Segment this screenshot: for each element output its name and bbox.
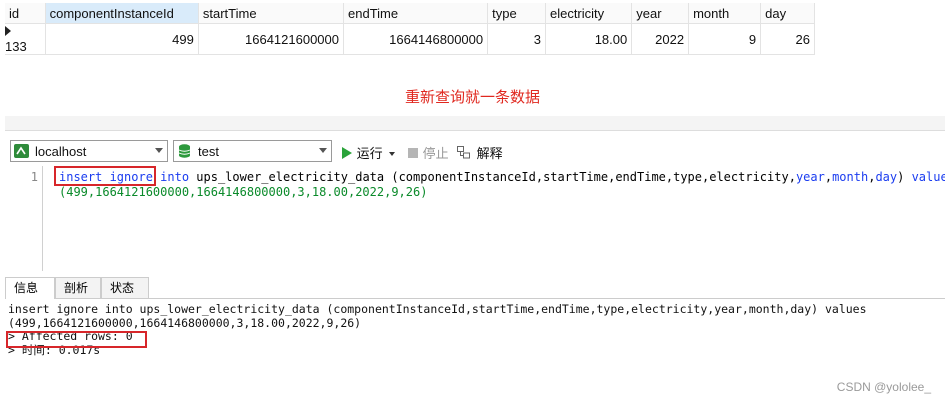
- chevron-down-icon[interactable]: [389, 152, 396, 156]
- sql-editor[interactable]: 1 insert ignore into ups_lower_electrici…: [5, 166, 945, 271]
- sql-values-text: (499,1664121600000,1664146800000,3,18.00…: [59, 185, 428, 199]
- column-header-year[interactable]: year: [631, 3, 690, 24]
- sql-code[interactable]: insert ignore into ups_lower_electricity…: [59, 170, 945, 200]
- explain-icon: [457, 146, 470, 159]
- output-line: (499,1664121600000,1664146800000,3,18.00…: [8, 315, 362, 330]
- run-label: 运行: [356, 146, 383, 161]
- watermark: CSDN @yololee_: [836, 380, 931, 394]
- current-row-icon: [5, 26, 11, 36]
- keyword-values: values: [911, 170, 945, 184]
- column-header-endTime[interactable]: endTime: [343, 3, 489, 24]
- tab-status[interactable]: 状态: [101, 277, 149, 298]
- stop-icon: [408, 148, 418, 158]
- table-cell[interactable]: 18.00: [545, 23, 633, 55]
- run-button[interactable]: 运行: [341, 143, 396, 162]
- clipped-toolbar: [5, 116, 945, 131]
- explain-label: 解释: [476, 146, 503, 161]
- table-row[interactable]: 133 499 1664121600000 1664146800000 3 18…: [5, 23, 815, 55]
- table-cell[interactable]: 1664146800000: [343, 23, 489, 55]
- tab-info[interactable]: 信息: [5, 277, 55, 299]
- connection-select[interactable]: localhost: [10, 140, 168, 162]
- output-line: insert ignore into ups_lower_electricity…: [8, 302, 867, 316]
- stop-button[interactable]: 停止: [407, 143, 449, 162]
- annotation-caption: 重新查询就一条数据: [404, 89, 540, 106]
- result-tabs: 信息 剖析 状态: [5, 276, 945, 299]
- table-cell-id[interactable]: 133: [5, 23, 46, 55]
- connection-icon: [14, 144, 29, 158]
- line-gutter: 1: [5, 166, 43, 271]
- table-cell[interactable]: 499: [45, 23, 199, 55]
- table-cell[interactable]: 1664121600000: [198, 23, 345, 55]
- grid-header-row: id componentInstanceId startTime endTime…: [5, 3, 815, 24]
- highlight-box-insert-ignore: [54, 166, 156, 186]
- chevron-down-icon: [155, 148, 163, 153]
- table-cell[interactable]: 9: [688, 23, 762, 55]
- keyword-month: month: [832, 170, 869, 184]
- column-header-componentInstanceId[interactable]: componentInstanceId: [45, 3, 199, 24]
- highlight-box-affected-rows: [6, 331, 147, 348]
- chevron-down-icon: [319, 148, 327, 153]
- keyword-into: into: [160, 170, 190, 184]
- keyword-year: year: [795, 170, 825, 184]
- column-header-id[interactable]: id: [5, 3, 46, 24]
- connection-value: localhost: [35, 144, 87, 159]
- result-grid: id componentInstanceId startTime endTime…: [5, 3, 815, 55]
- explain-button[interactable]: 解释: [457, 143, 503, 162]
- table-cell[interactable]: 3: [487, 23, 546, 55]
- play-icon: [342, 147, 352, 159]
- database-select[interactable]: test: [173, 140, 332, 162]
- sql-text: ups_lower_electricity_data (componentIns…: [189, 170, 796, 184]
- column-header-month[interactable]: month: [688, 3, 762, 24]
- column-header-electricity[interactable]: electricity: [545, 3, 633, 24]
- column-header-startTime[interactable]: startTime: [198, 3, 345, 24]
- stop-label: 停止: [422, 146, 449, 161]
- column-header-day[interactable]: day: [760, 3, 815, 24]
- column-header-type[interactable]: type: [487, 3, 546, 24]
- query-toolbar: localhost test 运行 停止 解释: [5, 138, 945, 164]
- database-icon: [178, 144, 191, 158]
- table-cell[interactable]: 2022: [631, 23, 690, 55]
- keyword-day: day: [875, 170, 898, 184]
- line-number: 1: [30, 170, 38, 184]
- database-value: test: [198, 144, 219, 159]
- query-window: localhost test 运行 停止 解释 1 insert ignore …: [5, 116, 945, 402]
- message-output: insert ignore into ups_lower_electricity…: [8, 302, 867, 357]
- cell-value: 133: [5, 39, 27, 54]
- table-cell[interactable]: 26: [760, 23, 815, 55]
- tab-profile[interactable]: 剖析: [55, 277, 101, 298]
